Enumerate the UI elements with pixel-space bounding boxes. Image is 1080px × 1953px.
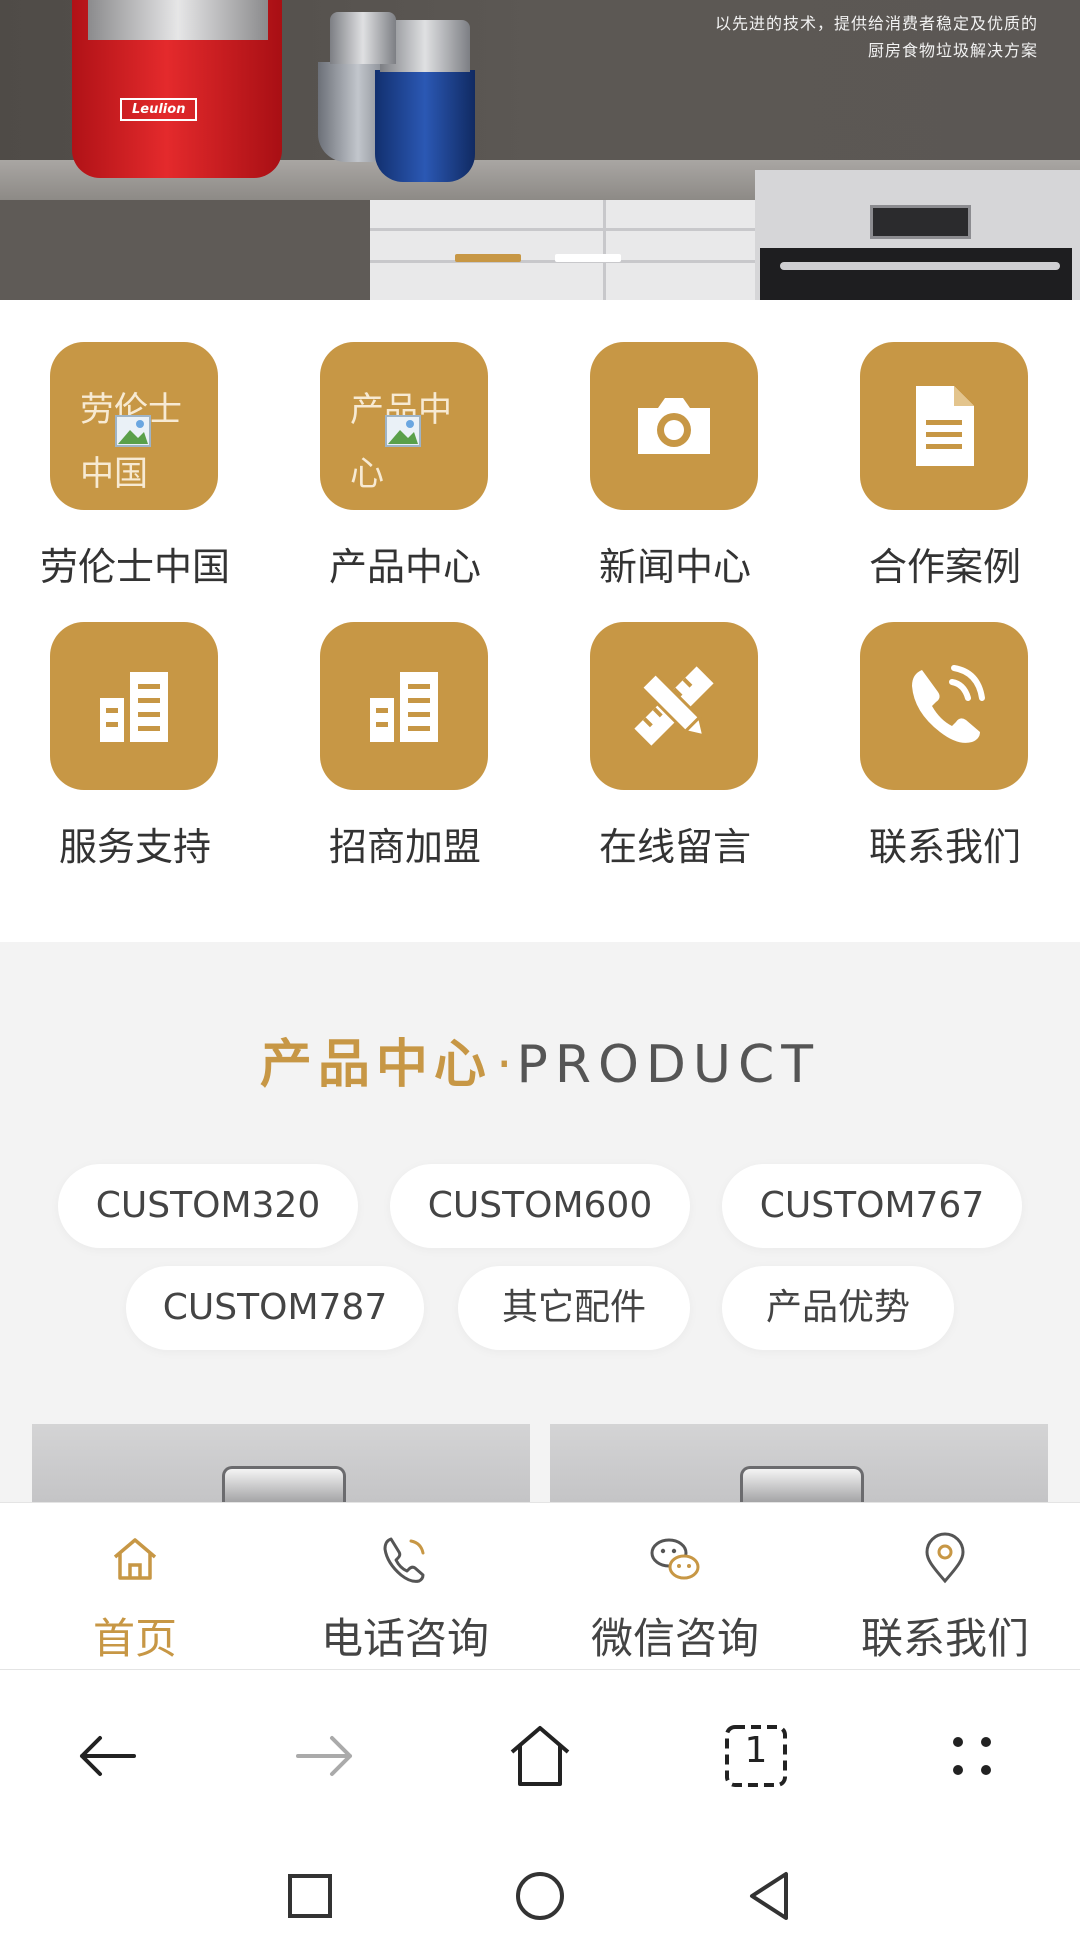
tagline-line-2: 厨房食物垃圾解决方案 <box>867 41 1038 60</box>
drawer-line <box>370 228 755 231</box>
image-placeholder-icon <box>385 415 421 447</box>
bottom-nav-home[interactable]: 首页 <box>0 1503 270 1669</box>
bottom-nav-phone[interactable]: 电话咨询 <box>270 1503 540 1669</box>
category-tab-custom767[interactable]: CUSTOM767 <box>722 1164 1022 1248</box>
camera-icon <box>638 398 710 454</box>
nav-tile[interactable]: 劳伦士中国 <box>50 342 218 510</box>
nav-tile[interactable]: 产品中心 <box>320 342 488 510</box>
quick-nav-grid: 劳伦士中国 劳伦士中国 产品中心 产品中心 新闻中心 合作案例 服务支持 招商加… <box>0 300 1080 942</box>
nav-item-products[interactable]: 产品中心 产品中心 <box>270 300 540 589</box>
bottom-nav-label: 联系我们 <box>860 1614 1029 1663</box>
image-placeholder-icon <box>115 415 151 447</box>
home-icon <box>113 1538 157 1580</box>
home-circle-icon[interactable] <box>512 1868 568 1924</box>
category-tab-custom787[interactable]: CUSTOM787 <box>126 1266 424 1350</box>
nav-item-cases[interactable]: 合作案例 <box>810 300 1080 589</box>
oven-handle <box>780 262 1060 270</box>
nav-tile[interactable] <box>860 622 1028 790</box>
carousel-dot-1[interactable] <box>455 254 521 262</box>
section-title-cn: 产品中心 <box>259 1035 492 1095</box>
blue-disposer-image <box>375 70 475 182</box>
tagline-line-1: 以先进的技术，提供给消费者稳定及优质的 <box>714 14 1038 33</box>
section-title-separator: · <box>495 1035 513 1095</box>
bottom-nav-wechat[interactable]: 微信咨询 <box>540 1503 810 1669</box>
bottom-nav-label: 微信咨询 <box>590 1614 759 1663</box>
tab-count: 1 <box>744 1730 768 1771</box>
banner-tagline: 以先进的技术，提供给消费者稳定及优质的 厨房食物垃圾解决方案 <box>715 10 1038 64</box>
nav-label: 联系我们 <box>868 825 1021 869</box>
section-title: 产品中心·PRODUCT <box>0 1022 1080 1097</box>
product-center-section: 产品中心·PRODUCT CUSTOM320 CUSTOM600 CUSTOM7… <box>0 942 1080 1502</box>
banner-cabinet <box>0 200 370 300</box>
browser-toolbar: 1 <box>0 1670 1080 1840</box>
nav-item-message[interactable]: 在线留言 <box>540 580 810 869</box>
disposer-brand: Leulion <box>120 98 198 121</box>
nav-tile[interactable] <box>590 342 758 510</box>
recents-square-icon[interactable] <box>282 1868 338 1924</box>
product-card-image[interactable] <box>550 1424 1048 1502</box>
more-dots-icon[interactable] <box>934 1718 1010 1794</box>
back-arrow-icon[interactable] <box>70 1718 146 1794</box>
product-lid <box>740 1466 864 1502</box>
oven-panel <box>870 205 971 239</box>
category-tab-advantages[interactable]: 产品优势 <box>722 1266 954 1350</box>
bottom-nav-label: 电话咨询 <box>320 1614 489 1663</box>
nav-item-service[interactable]: 服务支持 <box>0 580 270 869</box>
product-card-image[interactable] <box>32 1424 530 1502</box>
nav-label: 招商加盟 <box>328 825 481 869</box>
silver-disposer-top <box>330 12 396 64</box>
system-navigation-bar <box>0 1840 1080 1953</box>
nav-label: 服务支持 <box>58 825 211 869</box>
drawer-divider <box>603 200 606 300</box>
nav-tile[interactable] <box>320 622 488 790</box>
home-outline-icon[interactable] <box>502 1718 578 1794</box>
nav-item-franchise[interactable]: 招商加盟 <box>270 580 540 869</box>
phone-call-icon <box>383 1537 425 1583</box>
nav-tile[interactable] <box>590 622 758 790</box>
pencil-ruler-icon <box>634 666 714 746</box>
banner-drawers <box>370 200 755 300</box>
phone-icon <box>912 665 985 743</box>
category-tab-custom600[interactable]: CUSTOM600 <box>390 1164 690 1248</box>
product-lid <box>222 1466 346 1502</box>
buildings-icon <box>100 672 168 742</box>
broken-image-icon: 产品中心 <box>350 378 470 506</box>
tabs-button[interactable]: 1 <box>718 1718 794 1794</box>
location-pin-icon <box>925 1532 965 1584</box>
hero-banner[interactable]: Leulion 以先进的技术，提供给消费者稳定及优质的 厨房食物垃圾解决方案 <box>0 0 1080 300</box>
category-tab-accessories[interactable]: 其它配件 <box>458 1266 690 1350</box>
bottom-nav-contact[interactable]: 联系我们 <box>810 1503 1080 1669</box>
nav-tile[interactable] <box>50 622 218 790</box>
nav-tile[interactable] <box>860 342 1028 510</box>
nav-label: 在线留言 <box>598 825 751 869</box>
category-tab-custom320[interactable]: CUSTOM320 <box>58 1164 358 1248</box>
nav-item-news[interactable]: 新闻中心 <box>540 300 810 589</box>
wechat-icon <box>650 1538 700 1580</box>
bottom-nav-label: 首页 <box>92 1614 177 1663</box>
broken-image-icon: 劳伦士中国 <box>80 378 200 506</box>
red-disposer-top <box>88 0 268 40</box>
bottom-site-nav: 首页 电话咨询 微信咨询 联系我们 <box>0 1502 1080 1671</box>
buildings-icon <box>370 672 438 742</box>
oven-door <box>760 248 1072 300</box>
document-icon <box>916 386 974 466</box>
section-title-en: PRODUCT <box>516 1035 821 1095</box>
carousel-dot-2[interactable] <box>555 254 621 262</box>
back-triangle-icon[interactable] <box>742 1868 798 1924</box>
nav-item-contact[interactable]: 联系我们 <box>810 580 1080 869</box>
nav-item-company[interactable]: 劳伦士中国 劳伦士中国 <box>0 300 270 589</box>
forward-arrow-icon[interactable] <box>286 1718 362 1794</box>
